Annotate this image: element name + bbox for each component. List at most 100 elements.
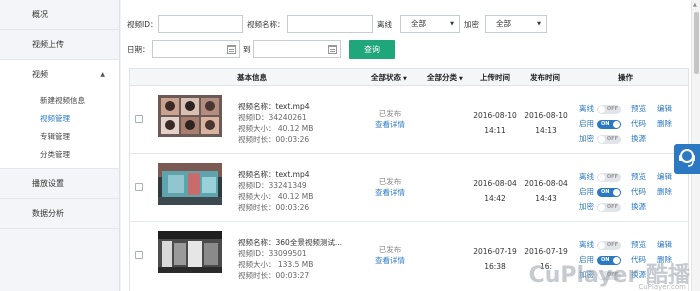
scrollbar-thumb[interactable] <box>694 12 699 74</box>
publish-time: 2016-08-04 14:43 <box>524 176 568 206</box>
nav-item-playback-settings[interactable]: 播放设置 <box>0 169 119 199</box>
preview-link[interactable]: 预览 <box>631 170 646 184</box>
video-thumbnail[interactable] <box>158 163 222 205</box>
view-details-link[interactable]: 查看详情 <box>370 255 410 266</box>
row-operations: 离线 OFF 预览 编辑 启用 ON 代码 删除 加密 OFF 换源 <box>579 170 689 215</box>
video-thumbnail[interactable] <box>158 231 222 273</box>
upload-time-text: 14:42 <box>484 194 506 203</box>
encrypt-label: 加密 <box>579 134 594 143</box>
offline-label: 离线 <box>579 240 594 249</box>
video-info: 视频名称：text.mp4 视频ID：34240261 视频大小： 40.12 … <box>238 101 313 145</box>
filter-bar: 视频ID： 视频名称： 离线 全部 ▼ 加密 全部 ▼ 日期： 到 查询 <box>127 0 687 66</box>
video-id-label: 视频ID： <box>127 20 158 29</box>
subnav-category-management[interactable]: 分类管理 <box>0 146 119 164</box>
enable-toggle[interactable]: ON <box>597 188 621 197</box>
view-details-link[interactable]: 查看详情 <box>370 187 410 198</box>
publish-time: 2016-08-10 14:13 <box>524 108 568 138</box>
code-link[interactable]: 代码 <box>631 117 646 131</box>
table-row: 视频名称：text.mp4 视频ID：33241349 视频大小： 40.12 … <box>130 154 688 222</box>
video-id: 视频ID：33099501 <box>238 249 307 258</box>
header-publish-time: 发布时间 <box>530 73 560 82</box>
delete-link[interactable]: 删除 <box>657 185 672 199</box>
encrypt-filter-label: 加密 <box>464 20 479 29</box>
calendar-icon[interactable] <box>227 45 236 54</box>
offline-label: 离线 <box>579 172 594 181</box>
nav-item-data-analysis[interactable]: 数据分析 <box>0 199 119 229</box>
video-submenu: 新建视频信息 视频管理 专辑管理 分类管理 <box>0 90 119 169</box>
offline-toggle[interactable]: OFF <box>597 105 621 114</box>
encrypt-toggle[interactable]: OFF <box>597 203 621 212</box>
subnav-album-management[interactable]: 专辑管理 <box>0 128 119 146</box>
status-text: 已发布 <box>378 245 402 254</box>
offline-filter-label: 离线 <box>377 20 392 29</box>
publish-time-text: 14:43 <box>535 194 557 203</box>
encrypt-select[interactable]: 全部 ▼ <box>485 15 547 33</box>
nav-item-video[interactable]: 视频 ▲ <box>0 60 119 90</box>
offline-toggle[interactable]: OFF <box>597 173 621 182</box>
video-name-label: 视频名称： <box>247 20 285 29</box>
replace-source-link[interactable]: 换源 <box>631 200 646 214</box>
headset-icon <box>679 149 695 167</box>
video-duration: 视频时长：00:03:26 <box>238 203 310 212</box>
sidebar: 概况 视频上传 视频 ▲ 新建视频信息 视频管理 专辑管理 分类管理 播放设置 … <box>0 0 120 291</box>
video-status: 已发布 查看详情 <box>370 108 410 130</box>
delete-link[interactable]: 删除 <box>657 117 672 131</box>
video-id: 视频ID：33241349 <box>238 181 307 190</box>
encrypt-toggle[interactable]: OFF <box>597 135 621 144</box>
toggle-state: ON <box>601 121 610 127</box>
enable-toggle[interactable]: ON <box>597 120 621 129</box>
video-info: 视频名称：360全景视频测试... 视频ID：33099501 视频大小： 13… <box>238 237 342 281</box>
dropdown-arrow-icon: ▼ <box>537 21 541 27</box>
video-duration: 视频时长：00:03:27 <box>238 271 310 280</box>
subnav-new-video-info[interactable]: 新建视频信息 <box>0 92 119 110</box>
video-name: 视频名称：text.mp4 <box>238 102 310 111</box>
scroll-up-icon[interactable]: ▲ <box>693 2 697 8</box>
offline-toggle[interactable]: OFF <box>597 241 621 250</box>
publish-date-text: 2016-08-10 <box>524 111 568 120</box>
preview-link[interactable]: 预览 <box>631 238 646 252</box>
code-link[interactable]: 代码 <box>631 185 646 199</box>
header-all-status-label: 全部状态 <box>371 73 401 82</box>
video-id-input[interactable] <box>158 15 243 33</box>
calendar-icon[interactable] <box>328 45 337 54</box>
table-row: 视频名称：text.mp4 视频ID：34240261 视频大小： 40.12 … <box>130 86 688 154</box>
main-content: 视频ID： 视频名称： 离线 全部 ▼ 加密 全部 ▼ 日期： 到 查询 基本信… <box>121 0 691 291</box>
edit-link[interactable]: 编辑 <box>657 102 672 116</box>
preview-link[interactable]: 预览 <box>631 102 646 116</box>
upload-time: 2016-08-04 14:42 <box>473 176 517 206</box>
upload-date-text: 2016-08-04 <box>473 179 517 188</box>
toggle-state: OFF <box>606 204 618 210</box>
view-details-link[interactable]: 查看详情 <box>370 119 410 130</box>
publish-time-text: 14:13 <box>535 126 557 135</box>
header-all-category-label: 全部分类 <box>427 73 457 82</box>
start-date-input[interactable] <box>152 40 240 58</box>
replace-source-link[interactable]: 换源 <box>631 132 646 146</box>
video-thumbnail[interactable] <box>158 95 222 137</box>
header-operation: 操作 <box>618 73 633 82</box>
nav-item-video-upload[interactable]: 视频上传 <box>0 30 119 60</box>
customer-service-button[interactable] <box>674 144 700 174</box>
header-upload-time: 上传时间 <box>480 73 510 82</box>
upload-time-text: 16:38 <box>484 262 506 271</box>
toggle-state: OFF <box>606 174 618 180</box>
offline-select[interactable]: 全部 ▼ <box>400 15 460 33</box>
video-info: 视频名称：text.mp4 视频ID：33241349 视频大小： 40.12 … <box>238 169 313 213</box>
row-checkbox[interactable] <box>135 251 143 259</box>
end-date-input[interactable] <box>253 40 341 58</box>
toggle-state: OFF <box>606 106 618 112</box>
caret-up-icon: ▲ <box>100 71 105 78</box>
subnav-video-management[interactable]: 视频管理 <box>0 110 119 128</box>
enable-label: 启用 <box>579 119 594 128</box>
encrypt-label: 加密 <box>579 202 594 211</box>
video-name-input[interactable] <box>287 15 373 33</box>
edit-link[interactable]: 编辑 <box>657 170 672 184</box>
row-checkbox[interactable] <box>135 115 143 123</box>
publish-date-text: 2016-08-04 <box>524 179 568 188</box>
status-text: 已发布 <box>378 109 402 118</box>
nav-item-overview[interactable]: 概况 <box>0 0 119 30</box>
sort-down-icon: ▼ <box>403 76 407 82</box>
edit-link[interactable]: 编辑 <box>657 238 672 252</box>
offline-label: 离线 <box>579 104 594 113</box>
query-button[interactable]: 查询 <box>349 40 395 59</box>
row-checkbox[interactable] <box>135 183 143 191</box>
